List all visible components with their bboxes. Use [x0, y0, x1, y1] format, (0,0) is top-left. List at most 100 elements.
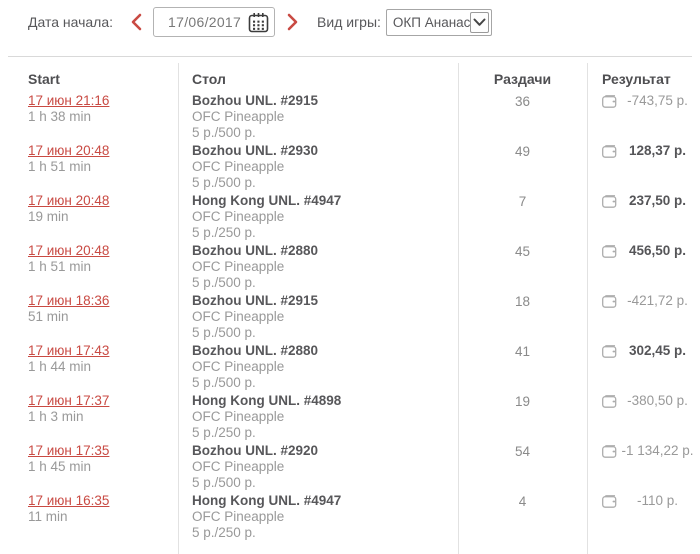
table-cell: Bozhou UNL. #2920 OFC Pineapple 5 р./500…: [178, 443, 458, 491]
prev-day-button[interactable]: [125, 9, 147, 35]
table-title: Bozhou UNL. #2915: [192, 93, 319, 108]
table-row: 17 июн 16:35 11 min Hong Kong UNL. #4947…: [28, 493, 700, 543]
table-title: Bozhou UNL. #2880: [192, 243, 319, 258]
stakes: 5 р./500 р.: [192, 175, 256, 190]
start-cell: 17 июн 20:48 1 h 51 min: [28, 143, 178, 175]
stakes: 5 р./500 р.: [192, 475, 256, 490]
result-amount: 456,50 р.: [628, 243, 687, 258]
table-title: Hong Kong UNL. #4947: [192, 493, 342, 508]
start-cell: 17 июн 20:48 1 h 51 min: [28, 243, 178, 275]
table-row: 17 июн 17:35 1 h 45 min Bozhou UNL. #292…: [28, 443, 700, 493]
session-duration: 1 h 51 min: [28, 159, 92, 174]
table-title: Bozhou UNL. #2920: [192, 443, 319, 458]
session-duration: 1 h 45 min: [28, 459, 92, 474]
filter-bar: Дата начала: 17/06/2017 Вид игры: ОКП Ан…: [0, 0, 700, 44]
table-cell: Bozhou UNL. #2915 OFC Pineapple 5 р./500…: [178, 293, 458, 341]
table-title: Bozhou UNL. #2930: [192, 143, 319, 158]
table-row: 17 июн 17:37 1 h 3 min Hong Kong UNL. #4…: [28, 393, 700, 443]
calendar-picker-button[interactable]: [247, 11, 269, 33]
game-type-value: ОКП Ананас: [392, 14, 471, 30]
select-dropdown-button[interactable]: [470, 11, 489, 33]
game-variant: OFC Pineapple: [192, 209, 285, 224]
result-amount: -1 134,22 р.: [621, 443, 694, 458]
game-variant: OFC Pineapple: [192, 409, 285, 424]
next-day-button[interactable]: [281, 9, 303, 35]
session-start-link[interactable]: 17 июн 20:48: [28, 143, 109, 159]
game-type-select[interactable]: ОКП Ананас: [385, 8, 492, 36]
result-amount: 128,37 р.: [628, 143, 687, 158]
table-cell: Bozhou UNL. #2930 OFC Pineapple 5 р./500…: [178, 143, 458, 191]
wallet-icon: [602, 145, 617, 158]
session-start-link[interactable]: 17 июн 17:37: [28, 393, 109, 409]
session-start-link[interactable]: 17 июн 17:35: [28, 443, 109, 459]
column-divider: [178, 63, 179, 554]
game-variant: OFC Pineapple: [192, 459, 285, 474]
hands-count: 45: [514, 244, 531, 259]
column-divider: [458, 63, 459, 554]
result-amount: 302,45 р.: [628, 343, 687, 358]
result-cell: -380,50 р.: [587, 393, 700, 408]
session-duration: 1 h 44 min: [28, 359, 92, 374]
table-header-row: Start Стол Раздачи Результат: [28, 57, 700, 93]
chevron-right-icon: [287, 13, 297, 31]
table-title: Hong Kong UNL. #4898: [192, 393, 342, 408]
calendar-icon: [248, 12, 268, 32]
hands-count: 7: [518, 194, 527, 209]
stakes: 5 р./250 р.: [192, 525, 256, 540]
session-start-link[interactable]: 17 июн 18:36: [28, 293, 109, 309]
hands-count: 4: [518, 494, 527, 509]
session-start-link[interactable]: 17 июн 20:48: [28, 243, 109, 259]
table-row: 17 июн 17:43 1 h 44 min Bozhou UNL. #288…: [28, 343, 700, 393]
wallet-icon: [602, 445, 617, 458]
table-cell: Bozhou UNL. #2880 OFC Pineapple 5 р./500…: [178, 243, 458, 291]
result-amount: -380,50 р.: [627, 393, 688, 408]
stakes: 5 р./500 р.: [192, 325, 256, 340]
wallet-icon: [602, 495, 617, 508]
table-title: Bozhou UNL. #2915: [192, 293, 319, 308]
result-cell: -110 р.: [587, 493, 700, 508]
game-variant: OFC Pineapple: [192, 259, 285, 274]
result-cell: 456,50 р.: [587, 243, 700, 258]
table-row: 17 июн 20:48 1 h 51 min Bozhou UNL. #288…: [28, 243, 700, 293]
start-cell: 17 июн 17:37 1 h 3 min: [28, 393, 178, 425]
sessions-table: Start Стол Раздачи Результат 17 июн 21:1…: [0, 57, 700, 554]
start-date-input[interactable]: 17/06/2017: [153, 7, 276, 37]
wallet-icon: [602, 245, 617, 258]
stakes: 5 р./250 р.: [192, 225, 256, 240]
session-start-link[interactable]: 17 июн 17:43: [28, 343, 109, 359]
hands-count: 54: [514, 444, 531, 459]
session-duration: 1 h 51 min: [28, 259, 92, 274]
hands-count: 36: [514, 94, 531, 109]
table-cell: Hong Kong UNL. #4947 OFC Pineapple 5 р./…: [178, 493, 458, 541]
start-cell: 17 июн 18:36 51 min: [28, 293, 178, 325]
table-row: 17 июн 18:36 51 min Bozhou UNL. #2915 OF…: [28, 293, 700, 343]
hands-count: 18: [514, 294, 531, 309]
table-cell: Bozhou UNL. #2880 OFC Pineapple 5 р./500…: [178, 343, 458, 391]
game-variant: OFC Pineapple: [192, 359, 285, 374]
result-amount: -110 р.: [636, 493, 679, 508]
start-cell: 17 июн 17:35 1 h 45 min: [28, 443, 178, 475]
result-cell: -1 134,22 р.: [587, 443, 700, 458]
start-date-value: 17/06/2017: [168, 14, 242, 30]
header-start: Start: [28, 71, 60, 87]
game-variant: OFC Pineapple: [192, 159, 285, 174]
header-result: Результат: [602, 71, 671, 87]
table-row: 17 июн 21:16 1 h 38 min Bozhou UNL. #291…: [28, 93, 700, 143]
chevron-left-icon: [131, 13, 141, 31]
session-start-link[interactable]: 17 июн 20:48: [28, 193, 109, 209]
result-amount: -421,72 р.: [627, 293, 688, 308]
start-cell: 17 июн 21:16 1 h 38 min: [28, 93, 178, 125]
hands-count: 49: [514, 144, 531, 159]
wallet-icon: [602, 345, 617, 358]
wallet-icon: [602, 95, 617, 108]
start-cell: 17 июн 16:35 11 min: [28, 493, 178, 525]
result-cell: 128,37 р.: [587, 143, 700, 158]
session-duration: 11 min: [28, 509, 68, 524]
session-start-link[interactable]: 17 июн 16:35: [28, 493, 109, 509]
table-row: 17 июн 20:48 19 min Hong Kong UNL. #4947…: [28, 193, 700, 243]
session-start-link[interactable]: 17 июн 21:16: [28, 93, 109, 109]
stakes: 5 р./500 р.: [192, 125, 256, 140]
session-duration: 1 h 3 min: [28, 409, 84, 424]
session-duration: 1 h 38 min: [28, 109, 92, 124]
session-duration: 51 min: [28, 309, 69, 324]
